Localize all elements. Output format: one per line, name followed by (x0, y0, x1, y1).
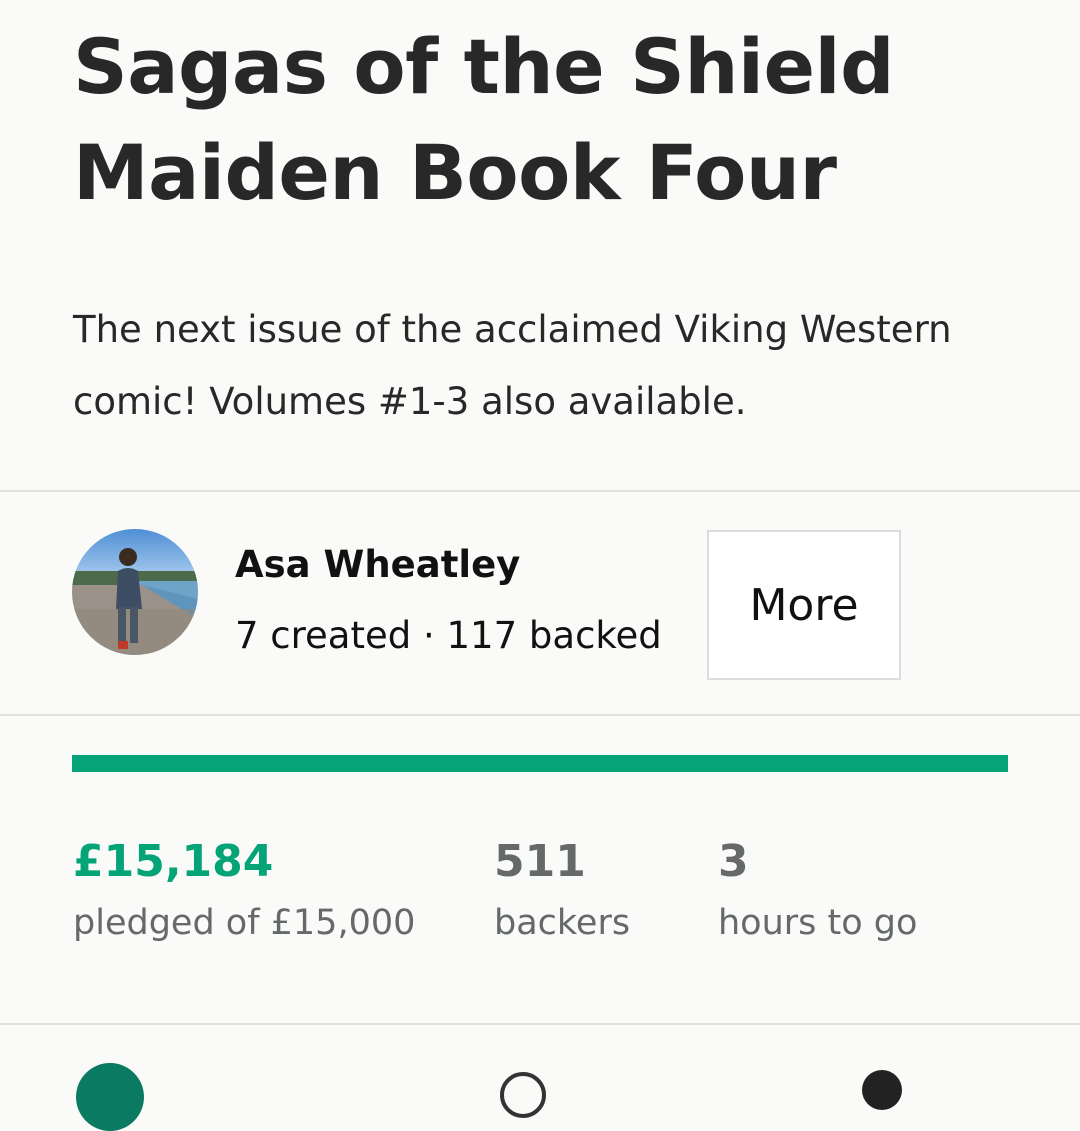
project-title: Sagas of the Shield Maiden Book Four (73, 22, 894, 217)
pledged-label: pledged of £15,000 (73, 903, 416, 943)
creator-stats: 7 created · 117 backed (235, 614, 662, 657)
share-icon[interactable] (862, 1070, 902, 1110)
divider (0, 490, 1080, 492)
divider (0, 714, 1080, 716)
divider (0, 1023, 1080, 1025)
funding-progress-bar (72, 755, 1008, 772)
remind-me-icon[interactable] (500, 1072, 546, 1118)
backers-count: 511 (494, 836, 586, 887)
creator-avatar[interactable] (72, 529, 198, 655)
creator-name[interactable]: Asa Wheatley (235, 540, 520, 590)
project-page: Sagas of the Shield Maiden Book Four The… (0, 0, 1080, 1131)
funding-progress-fill (72, 755, 1008, 772)
backers-stat: 511 backers (494, 833, 630, 949)
project-blurb: The next issue of the acclaimed Viking W… (73, 308, 952, 423)
time-left-stat: 3 hours to go (718, 833, 917, 949)
pledged-stat: £15,184 pledged of £15,000 (73, 833, 415, 949)
time-left-label: hours to go (718, 903, 918, 943)
backers-label: backers (494, 903, 631, 943)
back-project-icon[interactable] (76, 1063, 144, 1131)
avatar-photo (72, 529, 198, 655)
more-button[interactable]: More (707, 530, 901, 680)
pledged-amount: £15,184 (73, 836, 274, 887)
time-left-value: 3 (718, 836, 749, 887)
